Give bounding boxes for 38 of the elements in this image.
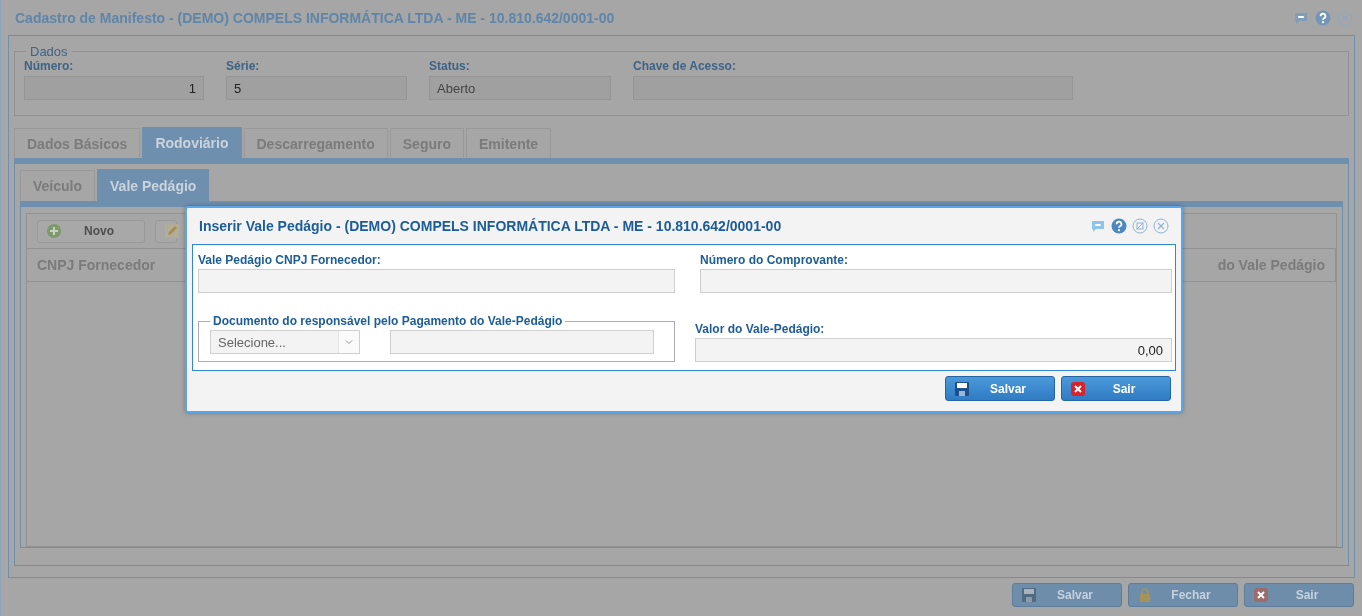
tab[interactable]: Vale Pedágio — [97, 169, 210, 201]
field-label: Chave de Acesso: — [633, 59, 737, 73]
tab[interactable]: Rodoviário — [142, 127, 242, 158]
document-number-field[interactable] — [390, 330, 654, 354]
field-label: Série: — [226, 59, 261, 73]
close-icon — [1253, 587, 1269, 603]
input-field[interactable]: 5 — [226, 76, 407, 100]
padlock-icon — [1137, 587, 1153, 603]
save-button[interactable]: Salvar — [945, 376, 1055, 401]
group-title: Documento do responsável pelo Pagamento do Vale-Pedágio — [212, 314, 564, 328]
close-icon[interactable] — [1153, 218, 1169, 234]
field-label: Valor do Vale-Pedágio: — [695, 322, 826, 336]
input-field[interactable]: Aberto — [429, 76, 611, 100]
restore-icon[interactable] — [1132, 218, 1148, 234]
group-title: Dados — [29, 44, 69, 59]
save-button[interactable]: Salvar — [1012, 583, 1122, 607]
field-label: Número do Comprovante: — [700, 253, 849, 267]
close-icon[interactable] — [1337, 9, 1353, 26]
input-field[interactable]: 1 — [24, 76, 204, 100]
new-button[interactable]: Novo — [37, 219, 145, 243]
pencil-icon — [164, 223, 180, 239]
edit-button[interactable] — [155, 219, 177, 243]
value-field[interactable]: 0,00 — [695, 338, 1172, 362]
exit-button[interactable]: Sair — [1244, 583, 1354, 607]
help-icon[interactable] — [1111, 218, 1127, 234]
field-label: Número: — [24, 59, 75, 73]
receipt-number-field[interactable] — [700, 269, 1172, 293]
chat-icon — [1090, 218, 1106, 234]
exit-button[interactable]: Sair — [1061, 376, 1171, 401]
close-button[interactable]: Fechar — [1128, 583, 1238, 607]
add-icon — [46, 223, 62, 239]
help-icon[interactable] — [1315, 9, 1331, 26]
document-type-dropdown[interactable]: Selecione... — [210, 330, 360, 354]
close-icon — [1070, 380, 1086, 397]
dialog-title: Inserir Vale Pedágio - (DEMO) COMPELS INFORMÁTICA LTDA - ME - 10.810.642/0001-00 — [199, 218, 783, 234]
field-label: Status: — [429, 59, 471, 73]
window-title: Cadastro de Manifesto - (DEMO) COMPELS INFORMÁTICA LTDA - ME - 10.810.642/0001-00 — [15, 9, 616, 26]
cnpj-field[interactable] — [198, 269, 675, 293]
